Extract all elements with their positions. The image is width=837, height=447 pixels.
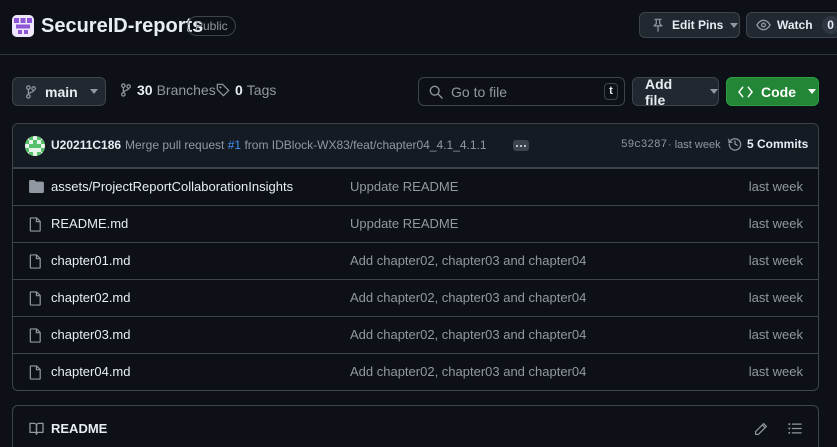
file-commit-message-link[interactable]: Uppdate README [350, 216, 458, 231]
commits-count-label: 5 Commits [747, 137, 809, 151]
file-commit-time: last week [748, 364, 803, 379]
visibility-badge: Public [187, 16, 236, 36]
go-to-file-search[interactable]: t [418, 77, 625, 106]
pencil-icon[interactable] [754, 422, 768, 436]
file-commit-message-link[interactable]: Add chapter02, chapter03 and chapter04 [350, 364, 586, 379]
file-row[interactable]: README.md Uppdate README last week [13, 205, 818, 242]
watch-count: 0 [821, 16, 837, 34]
commits-history-link[interactable]: 5 Commits [728, 137, 808, 151]
branches-label: Branches [156, 82, 216, 98]
tags-label: Tags [246, 82, 277, 98]
file-commit-message-link[interactable]: Uppdate README [350, 179, 458, 194]
watch-label: Watch [777, 18, 813, 32]
file-name-link[interactable]: chapter04.md [51, 364, 131, 379]
commit-message[interactable]: Merge pull request #1 from IDBlock-WX83/… [125, 138, 487, 152]
watch-button[interactable]: Watch 0 [746, 12, 837, 38]
file-commit-time: last week [748, 253, 803, 268]
file-icon [29, 254, 42, 269]
book-icon [29, 422, 44, 435]
readme-title: README [51, 421, 108, 436]
chevron-down-icon [730, 22, 739, 28]
file-icon [29, 291, 42, 306]
commit-sha-link[interactable]: 59c3287 [621, 139, 667, 151]
keyboard-shortcut-hint: t [604, 83, 618, 100]
branch-selector-button[interactable]: main [12, 77, 106, 106]
chevron-down-icon [89, 89, 98, 94]
branch-name: main [45, 83, 78, 100]
file-name-link[interactable]: chapter02.md [51, 290, 131, 305]
file-name-link[interactable]: chapter01.md [51, 253, 131, 268]
commit-time-label: last week [674, 139, 721, 151]
ellipsis-dot [524, 144, 526, 147]
file-row[interactable]: chapter04.md Add chapter02, chapter03 an… [13, 353, 818, 390]
pin-icon [651, 18, 665, 32]
chevron-down-icon [808, 89, 816, 94]
file-row[interactable]: chapter01.md Add chapter02, chapter03 an… [13, 242, 818, 279]
file-icon [29, 328, 42, 343]
commit-message-prefix: Merge pull request [125, 138, 225, 152]
go-to-file-input[interactable] [451, 83, 596, 100]
edit-pins-button[interactable]: Edit Pins [639, 12, 740, 38]
add-file-button[interactable]: Add file [632, 75, 719, 108]
commit-author-link[interactable]: U20211C186 [51, 138, 121, 152]
add-file-label: Add file [645, 75, 673, 108]
expand-commit-message-button[interactable] [513, 140, 529, 151]
code-label: Code [761, 83, 796, 100]
file-commit-message-link[interactable]: Add chapter02, chapter03 and chapter04 [350, 253, 586, 268]
readme-panel: README [12, 405, 819, 447]
latest-commit-bar: U20211C186 Merge pull request #1 from ID… [13, 124, 818, 168]
commit-message-suffix: from IDBlock-WX83/feat/chapter04_4.1_4.1… [244, 138, 487, 152]
commit-time: · last week [668, 139, 721, 151]
file-icon [29, 365, 42, 380]
file-commit-time: last week [748, 327, 803, 342]
edit-pins-label: Edit Pins [672, 18, 724, 32]
file-name-link[interactable]: chapter03.md [51, 327, 131, 342]
folder-icon [29, 180, 44, 193]
ellipsis-dot [520, 144, 522, 147]
tag-icon [216, 83, 230, 97]
repo-name-link[interactable]: SecureID-reports [41, 14, 203, 38]
tags-link[interactable]: 0 Tags [216, 82, 276, 98]
file-commit-message-link[interactable]: Add chapter02, chapter03 and chapter04 [350, 327, 586, 342]
file-name-link[interactable]: README.md [51, 216, 128, 231]
list-icon[interactable] [788, 422, 802, 435]
file-browser: U20211C186 Merge pull request #1 from ID… [12, 123, 819, 391]
code-button[interactable]: Code [726, 77, 819, 106]
search-icon [429, 85, 443, 99]
avatar[interactable] [25, 136, 45, 156]
branches-link[interactable]: 30 Branches [120, 82, 216, 98]
tags-count: 0 [235, 82, 243, 98]
ellipsis-dot [516, 144, 518, 147]
file-name-link[interactable]: assets/ProjectReportCollaborationInsight… [51, 179, 293, 194]
readme-tab[interactable]: README [29, 421, 107, 436]
code-icon [738, 86, 753, 98]
file-row[interactable]: chapter03.md Add chapter02, chapter03 an… [13, 316, 818, 353]
file-icon [29, 217, 42, 232]
file-commit-time: last week [748, 179, 803, 194]
pull-request-link[interactable]: #1 [228, 138, 241, 152]
file-commit-time: last week [748, 216, 803, 231]
repo-logo-icon [12, 15, 34, 37]
file-commit-message-link[interactable]: Add chapter02, chapter03 and chapter04 [350, 290, 586, 305]
commit-sha: 59c3287 [621, 139, 668, 151]
history-icon [728, 137, 742, 151]
file-row[interactable]: assets/ProjectReportCollaborationInsight… [13, 168, 818, 205]
eye-icon [756, 19, 771, 31]
chevron-down-icon [710, 89, 718, 94]
git-branch-icon [25, 84, 37, 99]
repo-header: SecureID-reports Public Edit Pins Watch … [0, 0, 837, 55]
git-branch-icon [120, 83, 132, 97]
file-commit-time: last week [748, 290, 803, 305]
commit-separator: · [668, 139, 672, 151]
branches-count: 30 [137, 82, 153, 98]
file-row[interactable]: chapter02.md Add chapter02, chapter03 an… [13, 279, 818, 316]
